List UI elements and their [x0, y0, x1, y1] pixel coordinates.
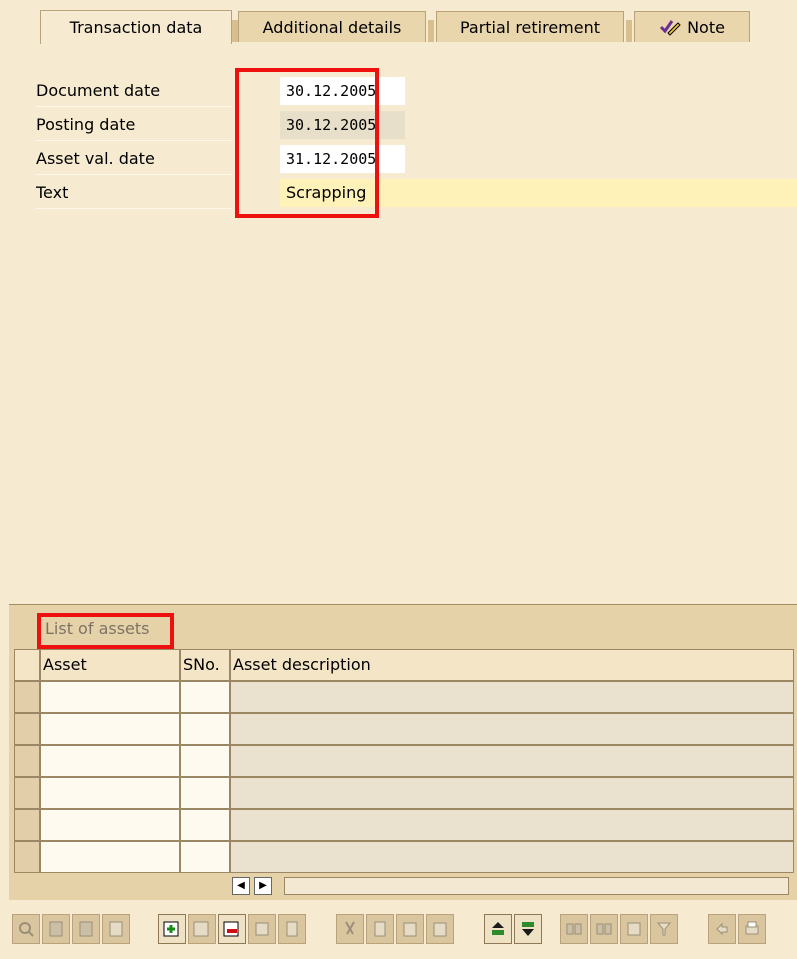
horizontal-scrollbar[interactable]: ◀ ▶ — [232, 877, 792, 897]
first-page-icon[interactable] — [42, 914, 70, 944]
description-cell — [230, 713, 794, 745]
sno-cell[interactable] — [180, 841, 230, 873]
tab-label: Partial retirement — [459, 17, 601, 37]
row-selector[interactable] — [14, 681, 40, 713]
row-selector[interactable] — [14, 713, 40, 745]
description-cell — [230, 777, 794, 809]
print-icon[interactable] — [738, 914, 766, 944]
sno-cell[interactable] — [180, 809, 230, 841]
tab-label: Additional details — [262, 17, 402, 37]
tab-note[interactable]: Note — [634, 11, 750, 42]
row-selector[interactable] — [14, 745, 40, 777]
tab-label: Transaction data — [69, 18, 203, 37]
tab-transaction-data[interactable]: Transaction data — [40, 10, 232, 44]
tab-strip: Transaction data Additional details Part… — [0, 0, 797, 44]
sort-ascending-icon[interactable] — [484, 914, 512, 944]
list-of-assets-panel: List of assets Asset SNo. Asset descript… — [9, 604, 797, 900]
paste-icon[interactable] — [396, 914, 424, 944]
document-date-label: Document date — [36, 76, 232, 107]
scroll-left-icon[interactable]: ◀ — [232, 877, 250, 895]
row-selector[interactable] — [14, 809, 40, 841]
cut-icon[interactable] — [336, 914, 364, 944]
tab-separator — [428, 20, 434, 42]
sno-cell[interactable] — [180, 713, 230, 745]
asset-cell[interactable] — [40, 777, 180, 809]
description-cell — [230, 841, 794, 873]
undo-icon[interactable] — [708, 914, 736, 944]
filter-icon[interactable] — [514, 914, 542, 944]
details-icon[interactable] — [12, 914, 40, 944]
tab-partial-retirement[interactable]: Partial retirement — [436, 11, 624, 42]
select-all-cell[interactable] — [14, 649, 40, 681]
text-label: Text — [36, 178, 232, 209]
row-selector[interactable] — [14, 841, 40, 873]
append-row-icon[interactable] — [188, 914, 216, 944]
sno-cell[interactable] — [180, 745, 230, 777]
find-next-icon[interactable] — [590, 914, 618, 944]
description-cell — [230, 809, 794, 841]
column-header-asset[interactable]: Asset — [40, 649, 180, 681]
page-icon[interactable] — [102, 914, 130, 944]
tab-label: Note — [687, 17, 725, 37]
set-filter-icon[interactable] — [650, 914, 678, 944]
copy-row-icon[interactable] — [248, 914, 276, 944]
asset-cell[interactable] — [40, 745, 180, 777]
description-cell — [230, 745, 794, 777]
description-cell — [230, 681, 794, 713]
insert-row-icon[interactable] — [158, 914, 186, 944]
scroll-track[interactable] — [284, 877, 789, 895]
row-selector[interactable] — [14, 777, 40, 809]
tab-separator — [626, 20, 632, 42]
asset-cell[interactable] — [40, 713, 180, 745]
find-icon[interactable] — [560, 914, 588, 944]
table-toolbar — [0, 914, 797, 954]
asset-val-date-label: Asset val. date — [36, 144, 232, 175]
asset-cell[interactable] — [40, 841, 180, 873]
column-header-sno[interactable]: SNo. — [180, 649, 230, 681]
select-icon[interactable] — [620, 914, 648, 944]
transaction-data-form: Document date 30.12.2005 Posting date 30… — [0, 44, 797, 604]
sno-cell[interactable] — [180, 681, 230, 713]
asset-cell[interactable] — [40, 809, 180, 841]
copy-doc-icon[interactable] — [366, 914, 394, 944]
highlight-box-dates — [235, 68, 379, 218]
last-page-icon[interactable] — [72, 914, 100, 944]
sno-cell[interactable] — [180, 777, 230, 809]
column-header-asset-description[interactable]: Asset description — [230, 649, 794, 681]
highlight-box-list-title — [37, 613, 174, 649]
asset-cell[interactable] — [40, 681, 180, 713]
paste-append-icon[interactable] — [426, 914, 454, 944]
delete-row-icon[interactable] — [218, 914, 246, 944]
tab-additional-details[interactable]: Additional details — [238, 11, 426, 42]
copy-icon[interactable] — [278, 914, 306, 944]
scroll-right-icon[interactable]: ▶ — [254, 877, 272, 895]
posting-date-label: Posting date — [36, 110, 232, 141]
pencil-note-icon — [659, 18, 681, 36]
